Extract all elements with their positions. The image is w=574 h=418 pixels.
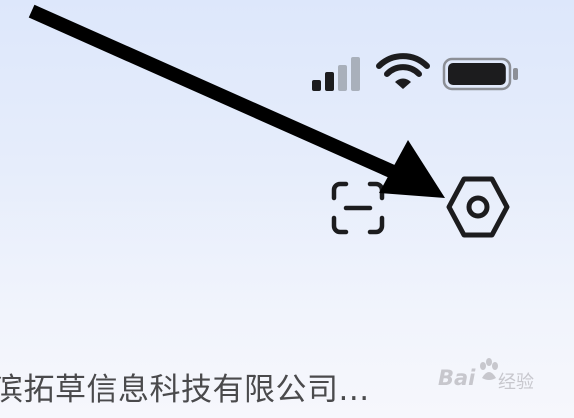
watermark-brand: Bai (438, 366, 476, 390)
settings-hexagon-icon (446, 176, 510, 238)
baidu-watermark: Bai 经验 (438, 358, 558, 398)
company-name-text: 滨拓草信息科技有限公司... (0, 372, 370, 408)
wifi-icon (376, 53, 430, 89)
battery-icon (442, 57, 518, 91)
settings-button[interactable] (444, 174, 512, 240)
baidu-paw-icon (480, 358, 498, 380)
watermark-suffix: 经验 (498, 372, 534, 393)
status-bar (0, 0, 574, 110)
scan-icon (331, 181, 385, 235)
scan-button[interactable] (326, 178, 390, 238)
cellular-signal-icon (312, 57, 360, 91)
